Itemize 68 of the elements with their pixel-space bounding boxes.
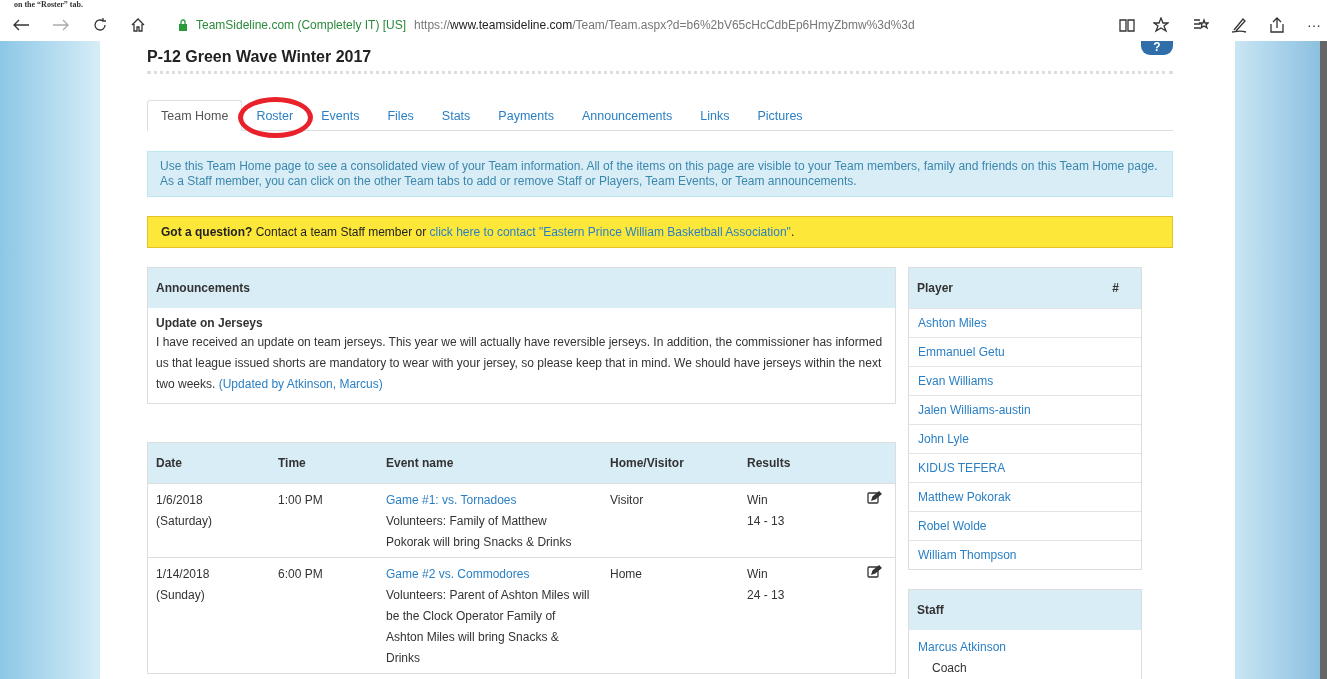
- table-cell: Home: [602, 557, 739, 674]
- player-link[interactable]: William Thompson: [918, 548, 1017, 562]
- edit-icon[interactable]: [867, 491, 882, 504]
- player-link[interactable]: Evan Williams: [918, 374, 994, 388]
- info-message: Use this Team Home page to see a consolidated view of your Team information. All of the items on this page are visible to your Team members, family and friends on this Team Home page. As a Staff member, you can click on the other Team tabs to add or remove Staff or Players, Team Events, or Team announcements.: [147, 151, 1173, 197]
- player-link[interactable]: Emmanuel Getu: [918, 345, 1005, 359]
- column-header: #: [1112, 280, 1119, 297]
- help-button[interactable]: ?: [1141, 41, 1173, 55]
- pen-icon[interactable]: [1231, 17, 1247, 33]
- column-header: Date: [147, 442, 270, 484]
- result-text: Win: [747, 492, 769, 509]
- url-text: https://www.teamsideline.com/Team/Team.aspx?d=b6%2bV65cHcCdbEp6HmyZbmw%3d%3d: [414, 18, 915, 32]
- score-text: 24 - 13: [747, 587, 786, 604]
- edit-icon[interactable]: [867, 565, 882, 578]
- table-cell: Visitor: [602, 483, 739, 558]
- column-header: Time: [270, 442, 378, 484]
- caption-text: on the “Roster” tab.: [14, 0, 84, 9]
- player-link[interactable]: Robel Wolde: [918, 519, 987, 533]
- tab[interactable]: Stats: [427, 100, 485, 131]
- tab[interactable]: Roster: [242, 100, 308, 131]
- date-text: 1/14/2018: [156, 566, 211, 583]
- column-header: Player: [917, 280, 954, 297]
- tab[interactable]: Links: [686, 100, 744, 131]
- volunteers-text: Volunteers: Family of Matthew Pokorak will bring Snacks & Drinks: [386, 513, 573, 551]
- panel-header: Announcements: [148, 268, 895, 308]
- staff-role: Coach: [931, 660, 968, 677]
- tab[interactable]: Announcements: [567, 100, 687, 131]
- column-header: Results: [739, 442, 859, 484]
- tab[interactable]: Team Home: [147, 100, 243, 131]
- tab[interactable]: Events: [307, 100, 374, 131]
- staff-link[interactable]: Marcus Atkinson: [918, 640, 1007, 654]
- address-bar[interactable]: TeamSideline.com (Completely IT) [US] https://www.teamsideline.com/Team/Team.aspx?d=b6%2bV65cHcCdbEp6HmyZbmw%3d%3d: [168, 17, 1169, 33]
- player-link[interactable]: KIDUS TEFERA: [918, 461, 1006, 475]
- lock-icon: [178, 19, 188, 31]
- updated-by-link[interactable]: (Updated by Atkinson, Marcus): [218, 377, 383, 391]
- player-link[interactable]: John Lyle: [918, 432, 969, 446]
- panel-header: Staff: [909, 590, 1141, 630]
- tab[interactable]: Payments: [484, 100, 568, 131]
- contact-link[interactable]: click here to contact "Eastern Prince William Basketball Association": [429, 225, 791, 239]
- column-header: Event name: [378, 442, 602, 484]
- table-cell: 6:00 PM: [270, 557, 378, 674]
- day-text: (Saturday): [156, 513, 214, 530]
- back-icon[interactable]: [12, 18, 30, 32]
- day-text: (Sunday): [156, 587, 206, 604]
- question-text: Got a question? Contact a team Staff member or click here to contact "Eastern Prince William Basketball Association".: [161, 225, 795, 239]
- share-icon[interactable]: [1269, 17, 1285, 33]
- event-link[interactable]: Game #2 vs. Commodores: [386, 567, 530, 581]
- event-link[interactable]: Game #1: vs. Tornadoes: [386, 493, 517, 507]
- player-link[interactable]: Ashton Miles: [918, 316, 987, 330]
- refresh-icon[interactable]: [92, 17, 108, 33]
- score-text: 14 - 13: [747, 513, 786, 530]
- home-icon[interactable]: [130, 17, 146, 33]
- date-text: 1/6/2018: [156, 492, 204, 509]
- more-button[interactable]: ···: [1307, 17, 1321, 33]
- volunteers-text: Volunteers: Parent of Ashton Miles will be the Clock Operator Family of Ashton Miles will bring Snacks & Drinks: [386, 587, 591, 667]
- player-link[interactable]: Matthew Pokorak: [918, 490, 1011, 504]
- tab[interactable]: Pictures: [743, 100, 817, 131]
- announcement-title: Update on Jerseys: [156, 316, 264, 330]
- team-title: P-12 Green Wave Winter 2017: [147, 47, 372, 66]
- book-icon[interactable]: [1119, 18, 1135, 32]
- announcement-text: I have received an update on team jerseys. This year we will actually have reversible jerseys. In addition, the commissioner has informed us that league issued shorts are mandatory to wear with your jersey, so please keep that in mind. We should have jerseys within the next two weeks. (Updated by Atkinson, Marcus): [156, 334, 884, 393]
- player-link[interactable]: Jalen Williams-austin: [918, 403, 1031, 417]
- column-header: Home/Visitor: [602, 442, 739, 484]
- tab[interactable]: Files: [373, 100, 428, 131]
- result-text: Win: [747, 566, 769, 583]
- site-identity: TeamSideline.com (Completely IT) [US]: [196, 18, 407, 32]
- star-icon[interactable]: [1153, 17, 1169, 33]
- table-cell: 1:00 PM: [270, 483, 378, 558]
